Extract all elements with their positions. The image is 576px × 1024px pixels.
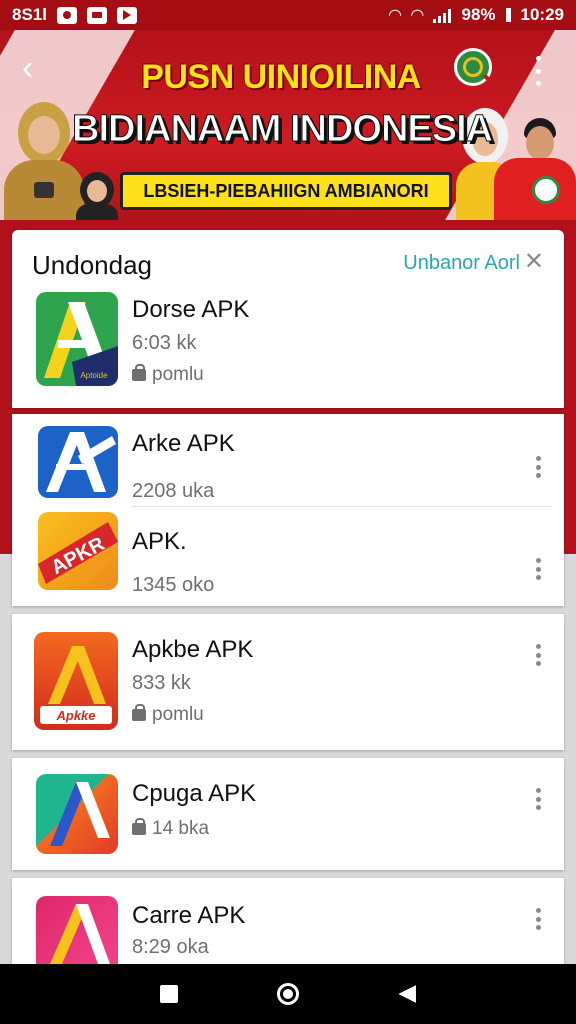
system-nav-bar — [0, 964, 576, 1024]
app-size: 8:29 oka — [132, 936, 209, 958]
app-name: Carre APK — [132, 902, 246, 929]
app-size: 6:03 kk — [132, 332, 197, 354]
back-button[interactable]: ‹ — [22, 51, 58, 88]
app-icon — [36, 896, 118, 964]
list-item[interactable]: Aptoide Dorse APK 6:03 kk pomlu — [12, 292, 564, 392]
message-icon — [86, 6, 107, 24]
list-item[interactable]: APKR APK. 1345 oko — [12, 512, 564, 612]
close-icon[interactable]: ✕ — [524, 250, 544, 274]
app-list-card: Arke APK 2208 uka APKR APK. 1345 oko — [12, 414, 564, 606]
app-size: 2208 uka — [132, 480, 215, 502]
app-list-card: Carre APK 8:29 oka — [12, 878, 564, 964]
app-icon — [36, 774, 118, 854]
app-icon-label: Aptoide — [80, 371, 108, 380]
bag-icon — [132, 704, 146, 721]
status-right: ◠ ◠ 98% 10:29 — [389, 5, 564, 25]
list-item[interactable]: Arke APK 2208 uka — [12, 426, 564, 526]
more-options-icon[interactable] — [534, 456, 542, 478]
divider — [132, 506, 552, 507]
search-icon[interactable] — [454, 48, 492, 86]
section-title: Undondag — [32, 250, 152, 280]
app-size: 833 kk — [132, 672, 191, 694]
app-name: Arke APK — [132, 430, 235, 457]
recents-button[interactable] — [159, 985, 178, 1003]
section-header: Undondag Unbanor Aorl ✕ — [12, 230, 564, 288]
list-item[interactable]: Cpuga APK 14 bka — [12, 774, 564, 874]
notification-icon — [56, 6, 77, 24]
app-meta: pomlu — [132, 364, 204, 386]
app-meta-text: pomlu — [152, 704, 204, 725]
download-section-card: Undondag Unbanor Aorl ✕ Aptoide Dorse AP… — [12, 230, 564, 408]
overflow-menu-icon[interactable] — [534, 56, 542, 86]
app-meta-text: pomlu — [152, 364, 204, 385]
back-nav-button[interactable] — [398, 985, 417, 1003]
status-bar: 8S1l ◠ ◠ 98% 10:29 — [0, 0, 576, 30]
app-name: APK. — [132, 528, 187, 555]
more-options-icon[interactable] — [534, 908, 542, 930]
home-button[interactable] — [276, 983, 299, 1005]
banner-headline: PUSN UINIOILINA — [141, 58, 421, 96]
app-list-card: Cpuga APK 14 bka — [12, 758, 564, 870]
bag-icon — [132, 364, 146, 381]
app-icon: APKR — [38, 512, 118, 590]
more-options-icon[interactable] — [534, 788, 542, 810]
status-left: 8S1l — [12, 5, 137, 25]
battery-icon — [505, 8, 511, 22]
more-options-icon[interactable] — [534, 558, 542, 580]
app-meta: 14 bka — [132, 818, 209, 840]
person-illustration-right-2 — [494, 118, 576, 220]
battery-text: 98% — [461, 5, 496, 24]
list-item[interactable]: Apkke Apkbe APK 833 kk pomlu — [12, 632, 564, 732]
list-item[interactable]: Carre APK 8:29 oka — [12, 896, 564, 964]
bag-icon — [132, 818, 146, 835]
app-icon-label: Apkke — [55, 708, 95, 723]
header-banner: ‹ PUSN UINIOILINA BIDIANAAM INDONESIA LB… — [0, 30, 576, 220]
app-name: Apkbe APK — [132, 636, 254, 663]
section-action-link[interactable]: Unbanor Aorl — [403, 252, 520, 275]
app-list-card: Apkke Apkbe APK 833 kk pomlu — [12, 614, 564, 750]
app-meta: pomlu — [132, 704, 204, 726]
app-icon-label: APKR — [48, 533, 109, 579]
play-icon — [116, 6, 137, 24]
status-time: 10:29 — [520, 5, 564, 24]
wifi-icon-2: ◠ — [411, 7, 424, 24]
app-icon: Aptoide — [36, 292, 118, 386]
app-size: 1345 oko — [132, 574, 215, 596]
banner-subheadline: BIDIANAAM INDONESIA — [72, 108, 494, 151]
status-time-left: 8S1l — [12, 5, 47, 24]
app-icon: Apkke — [34, 632, 118, 730]
app-name: Cpuga APK — [132, 780, 257, 807]
person-illustration-left-2 — [76, 172, 118, 220]
app-size: 14 bka — [152, 818, 210, 839]
more-options-icon[interactable] — [534, 644, 542, 666]
signal-icon — [433, 8, 452, 23]
wifi-icon: ◠ — [388, 7, 402, 24]
app-icon — [38, 426, 118, 498]
app-name: Dorse APK — [132, 296, 250, 323]
banner-tagline: LBSIEH-PIEBAHIIGN AMBIANORI — [120, 172, 452, 210]
